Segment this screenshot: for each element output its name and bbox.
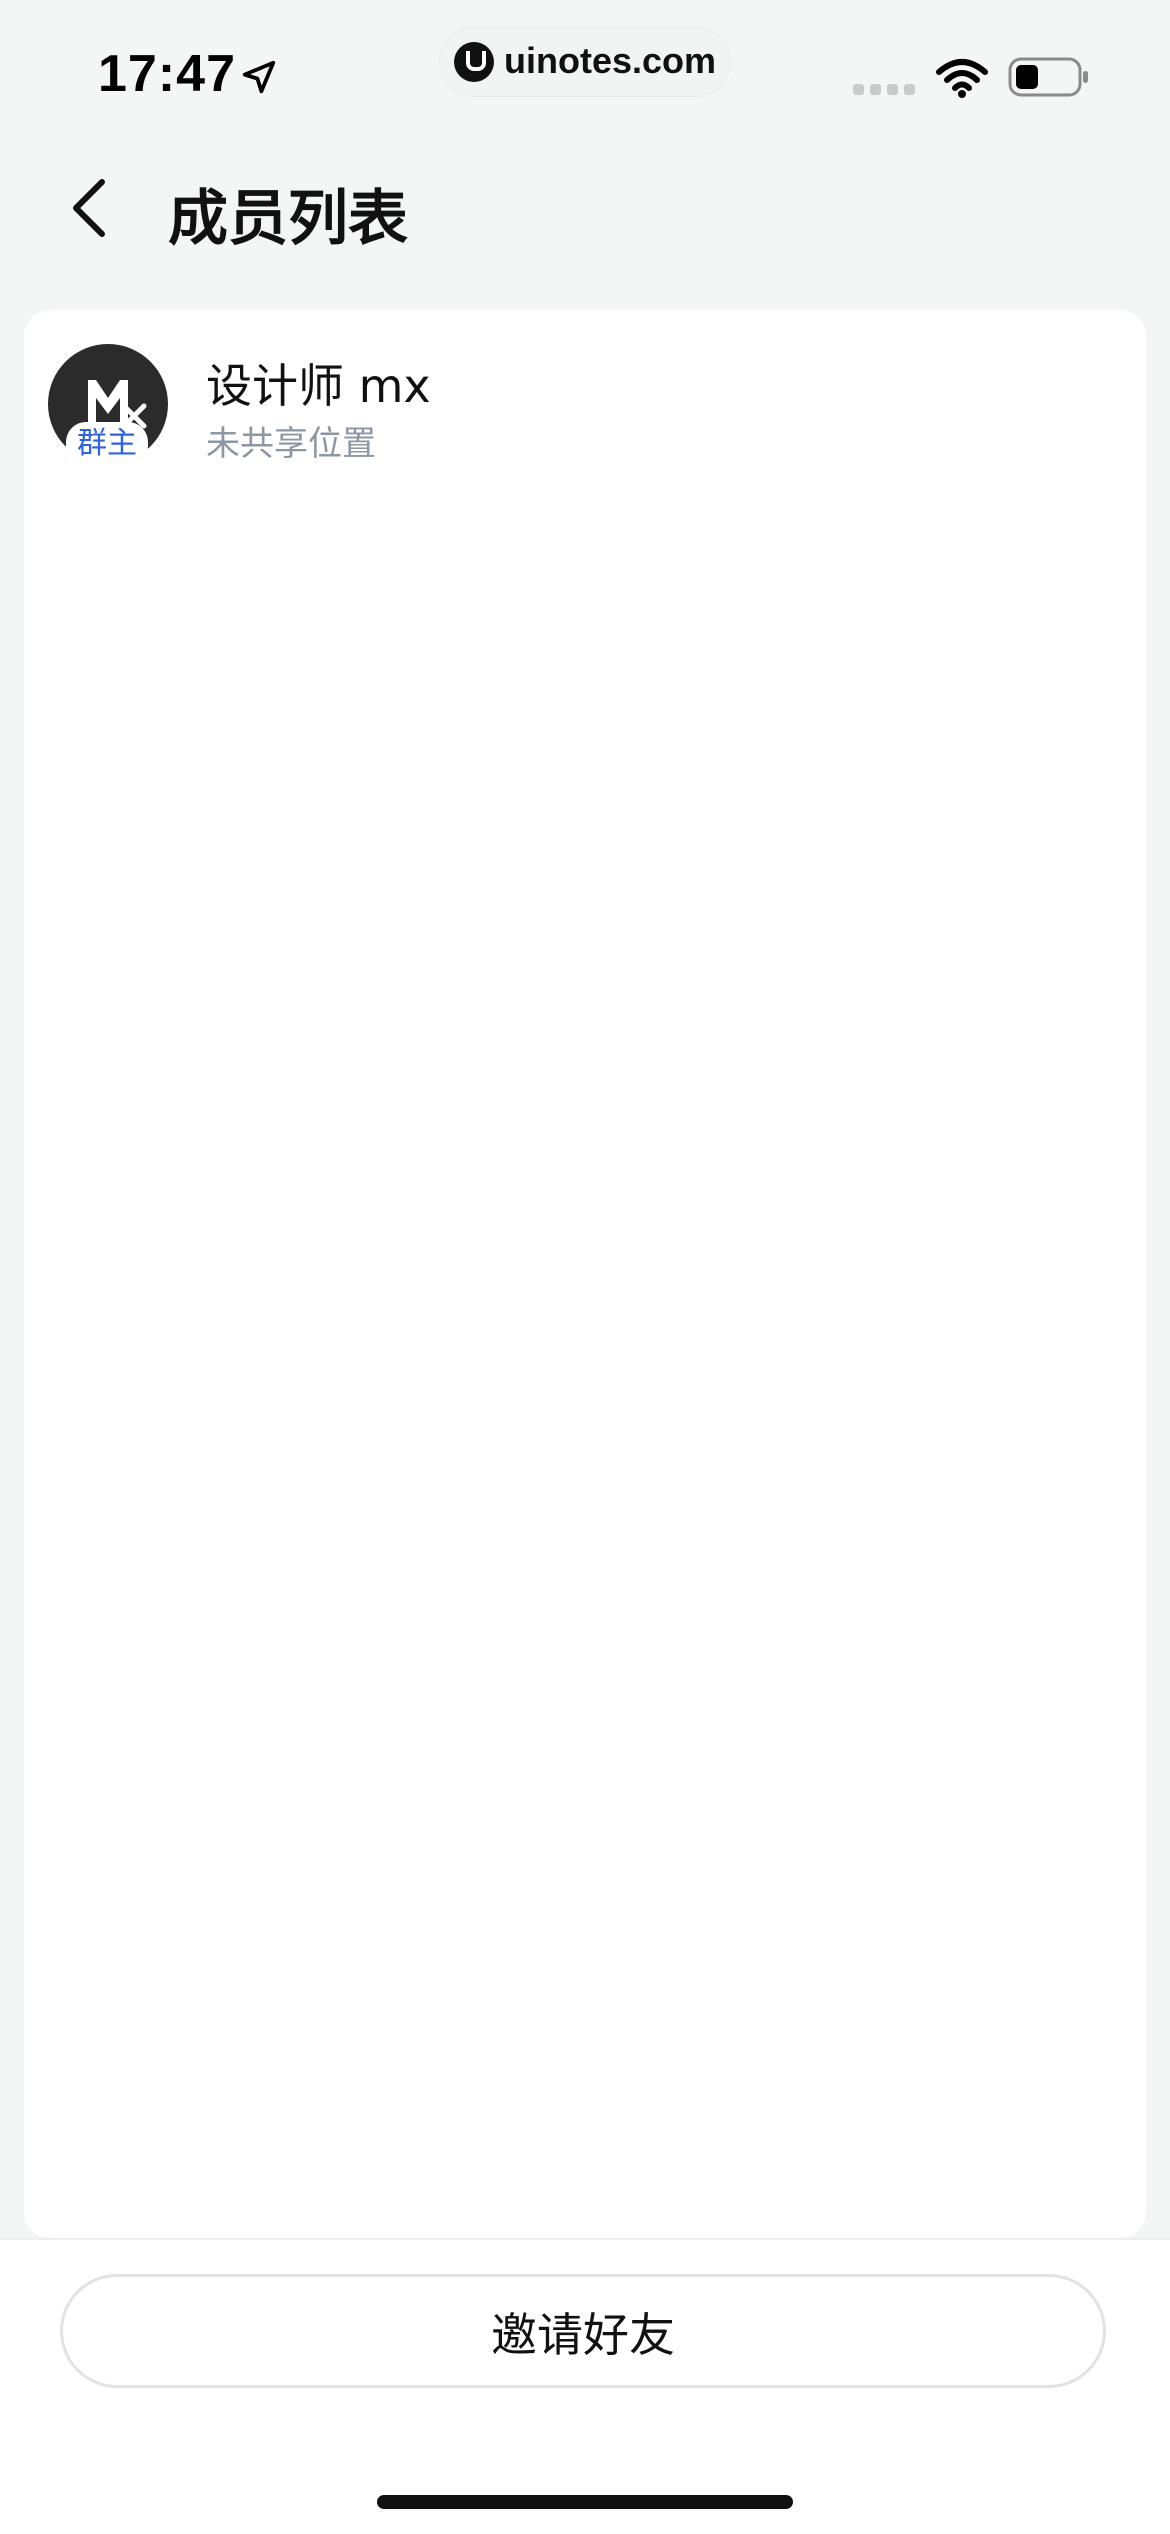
signal-icon [853,84,915,96]
member-name: 设计师 mx [206,359,431,413]
chevron-left-icon [73,179,105,237]
uinotes-logo-icon [454,42,494,82]
battery-icon [1008,57,1088,97]
url-text: uinotes.com [504,40,717,81]
member-row[interactable]: 群主 设计师 mx 未共享位置 [24,310,1146,480]
status-bar: 17:47 uinotes.com [0,0,1170,150]
owner-badge: 群主 [66,422,148,466]
page-title: 成员列表 [168,184,408,254]
status-time: 17:47 [98,45,236,103]
invite-friends-button[interactable]: 邀请好友 [60,2274,1106,2388]
location-arrow-icon [242,60,276,94]
bottom-bar: 邀请好友 [0,2238,1170,2534]
wifi-icon [936,59,988,98]
member-location-status: 未共享位置 [206,424,376,464]
back-button[interactable] [58,168,130,248]
member-list-card: 群主 设计师 mx 未共享位置 [24,310,1146,2238]
home-indicator [377,2495,793,2509]
url-pill[interactable]: uinotes.com [440,28,730,96]
